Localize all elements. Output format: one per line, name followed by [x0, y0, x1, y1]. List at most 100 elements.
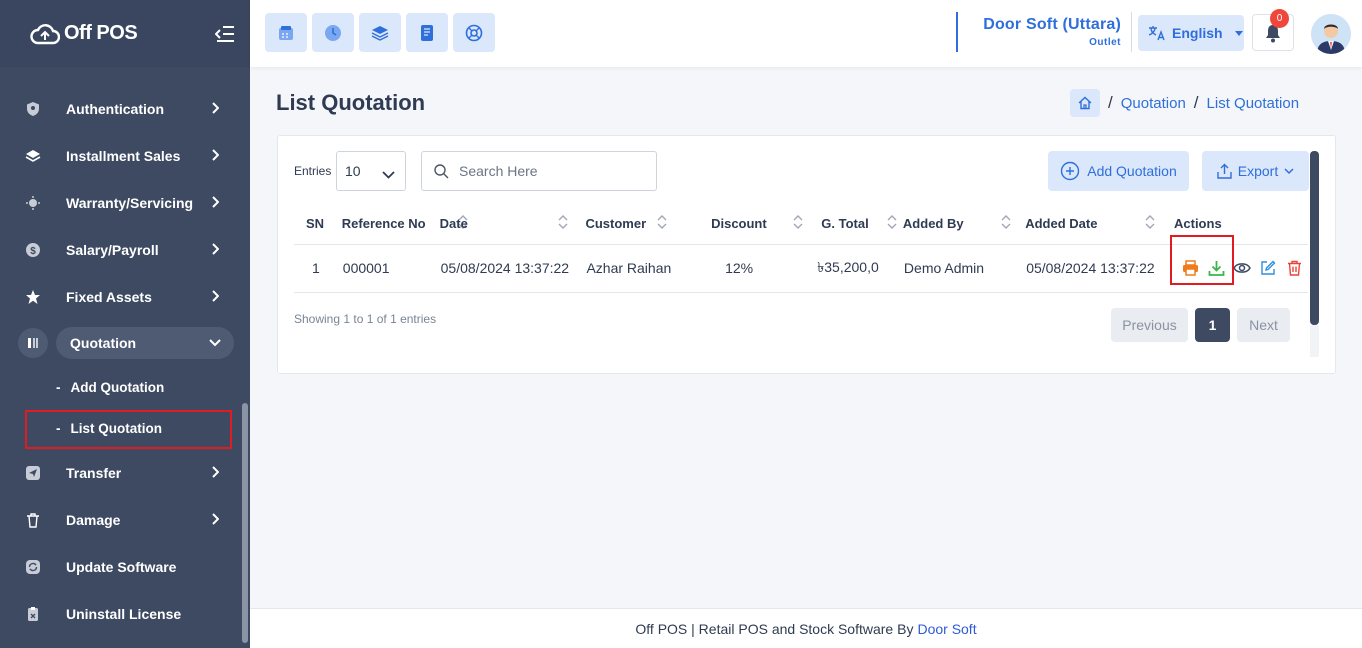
outlet-selector[interactable]: Door Soft (Uttara) Outlet	[956, 12, 1132, 52]
dash-marker: -	[56, 380, 61, 395]
cell-customer: Azhar Raihan	[581, 244, 692, 293]
sort-icon	[793, 214, 803, 233]
sidebar-item-label: Damage	[66, 511, 121, 528]
column-header-label: Added By	[902, 216, 964, 232]
refresh-icon	[24, 558, 42, 576]
cloud-logo-icon	[30, 23, 60, 44]
sidebar-subitem-list-quotation[interactable]: - List Quotation	[0, 408, 250, 449]
notification-badge: 0	[1270, 9, 1289, 28]
sidebar-subitem-add-quotation[interactable]: - Add Quotation	[0, 367, 250, 408]
sidebar-item-update-software[interactable]: Update Software	[0, 543, 250, 590]
stack-button[interactable]	[359, 13, 401, 52]
language-dropdown[interactable]: English	[1138, 15, 1244, 51]
pagination: Previous 1 Next	[1111, 308, 1290, 342]
row-actions	[1170, 235, 1304, 285]
calculator-icon	[279, 25, 293, 40]
sidebar: Off POS Authentication Installment Sales	[0, 0, 250, 648]
table-scrollbar[interactable]	[1310, 151, 1319, 325]
chevron-right-icon	[208, 289, 222, 303]
chevron-right-icon	[208, 148, 222, 162]
search-box	[421, 151, 657, 191]
notes-button[interactable]	[406, 13, 448, 52]
sidebar-item-damage[interactable]: Damage	[0, 496, 250, 543]
column-header-g-total[interactable]: G. Total	[807, 204, 899, 245]
lifebuoy-icon	[465, 24, 483, 41]
pagination-next-button[interactable]: Next	[1237, 308, 1290, 342]
sort-icon	[1001, 214, 1011, 233]
view-button[interactable]	[1232, 258, 1252, 278]
add-quotation-button[interactable]: Add Quotation	[1048, 151, 1189, 191]
sidebar-scrollbar[interactable]	[242, 403, 248, 643]
edit-icon	[1261, 260, 1276, 275]
breadcrumb-separator: /	[1193, 93, 1199, 112]
chevron-right-icon	[208, 465, 222, 479]
column-header-customer[interactable]: Customer	[581, 204, 692, 245]
sidebar-collapse-button[interactable]	[214, 23, 236, 45]
sidebar-item-uninstall-license[interactable]: Uninstall License	[0, 590, 250, 637]
cell-actions	[1170, 235, 1308, 293]
support-button[interactable]	[453, 13, 495, 52]
breadcrumb-home-button[interactable]	[1070, 89, 1100, 117]
shield-icon	[24, 100, 42, 118]
user-avatar[interactable]	[1311, 14, 1351, 54]
footer-link[interactable]: Door Soft	[917, 621, 976, 637]
sidebar-item-quotation[interactable]: Quotation	[0, 323, 250, 363]
pagination-previous-button[interactable]: Previous	[1111, 308, 1188, 342]
sort-icon	[657, 214, 667, 233]
cell-added-date: 05/08/2024 13:37:22	[1021, 244, 1170, 293]
sidebar-item-installment-sales[interactable]: Installment Sales	[0, 132, 250, 179]
sidebar-item-label: Installment Sales	[66, 147, 181, 164]
home-icon	[1078, 96, 1092, 110]
chevron-right-icon	[208, 512, 222, 526]
sidebar-item-salary-payroll[interactable]: $ Salary/Payroll	[0, 226, 250, 273]
pos-register-button[interactable]	[265, 13, 307, 52]
chevron-right-icon	[208, 101, 222, 115]
outlet-sublabel: Outlet	[1089, 37, 1121, 48]
cell-sn: 1	[294, 244, 338, 293]
clipboard-icon	[24, 605, 42, 623]
chevron-right-icon	[208, 242, 222, 256]
sidebar-item-fixed-assets[interactable]: Fixed Assets	[0, 273, 250, 320]
edit-button[interactable]	[1258, 258, 1278, 278]
column-header-discount[interactable]: Discount	[691, 204, 808, 245]
column-header-date[interactable]: Date	[435, 204, 582, 245]
highlight-box	[1170, 235, 1234, 285]
footer-text: Off POS | Retail POS and Stock Software …	[635, 620, 914, 637]
chevron-down-icon	[382, 166, 395, 182]
sidebar-item-label: Fixed Assets	[66, 288, 152, 305]
column-header-label: Added Date	[1025, 216, 1098, 232]
notifications-button[interactable]: 0	[1252, 9, 1294, 51]
table-scrollbar-track	[1310, 325, 1319, 357]
search-input[interactable]	[459, 163, 639, 179]
cell-g-total: ৳35,200,0	[807, 244, 899, 293]
column-header-sn[interactable]: SN	[294, 204, 338, 245]
entries-info: Showing 1 to 1 of 1 entries	[294, 312, 437, 326]
attendance-button[interactable]	[312, 13, 354, 52]
sidebar-item-label: Quotation	[70, 335, 137, 351]
sidebar-item-transfer[interactable]: Transfer	[0, 449, 250, 496]
column-header-added-by[interactable]: Added By	[898, 204, 1022, 245]
language-label: English	[1172, 25, 1223, 41]
delete-button[interactable]	[1284, 258, 1304, 278]
trash-icon	[24, 511, 42, 529]
column-header-label: SN	[306, 216, 325, 232]
export-button[interactable]: Export	[1202, 151, 1309, 191]
sidebar-item-label: Uninstall License	[66, 605, 182, 622]
sidebar-item-warranty-servicing[interactable]: Warranty/Servicing	[0, 179, 250, 226]
table-row: 1 000001 05/08/2024 13:37:22 Azhar Raiha…	[294, 235, 1308, 293]
breadcrumb-quotation[interactable]: Quotation	[1121, 95, 1186, 112]
column-header-reference-no[interactable]: Reference No	[337, 204, 468, 245]
notebook-icon	[421, 24, 433, 41]
logo[interactable]: Off POS	[30, 21, 138, 47]
entries-select[interactable]: 10	[336, 151, 406, 191]
pagination-page-1[interactable]: 1	[1195, 308, 1230, 342]
column-header-added-date[interactable]: Added Date	[1021, 204, 1170, 245]
cell-reference-no: 000001	[337, 244, 436, 293]
entries-value: 10	[345, 163, 361, 179]
cell-added-by: Demo Admin	[898, 244, 1022, 293]
search-icon	[434, 163, 449, 178]
quotation-list-card: Entries 10 Add Quotation Export SN Refer…	[277, 135, 1336, 374]
footer: Off POS | Retail POS and Stock Software …	[250, 608, 1362, 648]
chevron-down-icon	[208, 336, 222, 350]
sidebar-item-authentication[interactable]: Authentication	[0, 85, 250, 132]
